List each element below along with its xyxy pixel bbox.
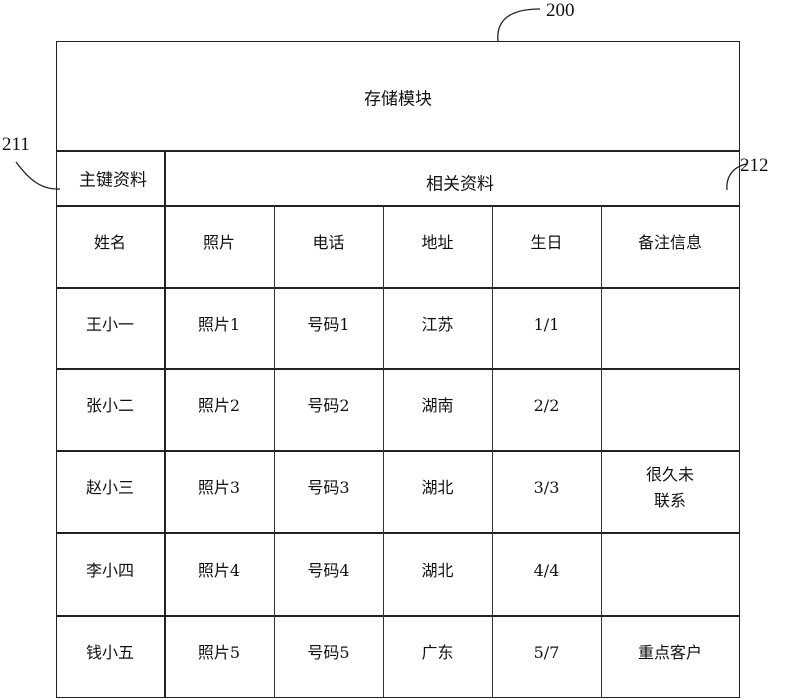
column-header: 地址: [421, 233, 454, 252]
table-cell: 张小二: [85, 396, 135, 415]
column-header: 电话: [312, 233, 345, 252]
table-cell: 照片3: [197, 478, 241, 497]
table-cell: 号码4: [307, 560, 350, 580]
table-cell: 重点客户: [637, 642, 703, 662]
table-cell: 江苏: [421, 314, 454, 334]
leader-lines: [15, 8, 747, 191]
table-cell: 4/4: [533, 560, 560, 580]
leader-211: [15, 161, 61, 190]
table-cell: 号码3: [307, 478, 350, 497]
table-cell: 照片1: [197, 314, 241, 334]
table-cell: 湖北: [421, 478, 454, 497]
table-cell: 2/2: [533, 396, 560, 415]
table-cell: 钱小五: [85, 642, 135, 662]
table-cell: 赵小三: [85, 478, 135, 497]
table-cell: 王小一: [85, 314, 135, 334]
column-header: 备注信息: [637, 233, 703, 252]
leader-200: [497, 8, 541, 42]
table-cell: 很久未 联系: [645, 465, 695, 510]
table-cell: 广东: [421, 642, 454, 662]
table-cell: 照片5: [197, 642, 241, 662]
column-header: 姓名: [93, 233, 127, 252]
column-header: 生日: [530, 233, 563, 252]
column-header: 照片: [202, 233, 236, 252]
table-cell: 5/7: [533, 642, 560, 662]
table-cell: 号码5: [307, 642, 350, 662]
table-cell: 湖南: [421, 396, 454, 415]
table-cell: 号码1: [307, 314, 350, 334]
table-cell: 3/3: [533, 478, 560, 497]
table-cell: 照片4: [197, 560, 241, 580]
table-cell: 照片2: [197, 396, 241, 415]
table-cell: 号码2: [307, 396, 350, 415]
leader-212: [726, 163, 747, 191]
table-cell: 湖北: [421, 560, 454, 580]
table-cell: 1/1: [533, 314, 560, 334]
table-cell: 李小四: [85, 560, 135, 580]
